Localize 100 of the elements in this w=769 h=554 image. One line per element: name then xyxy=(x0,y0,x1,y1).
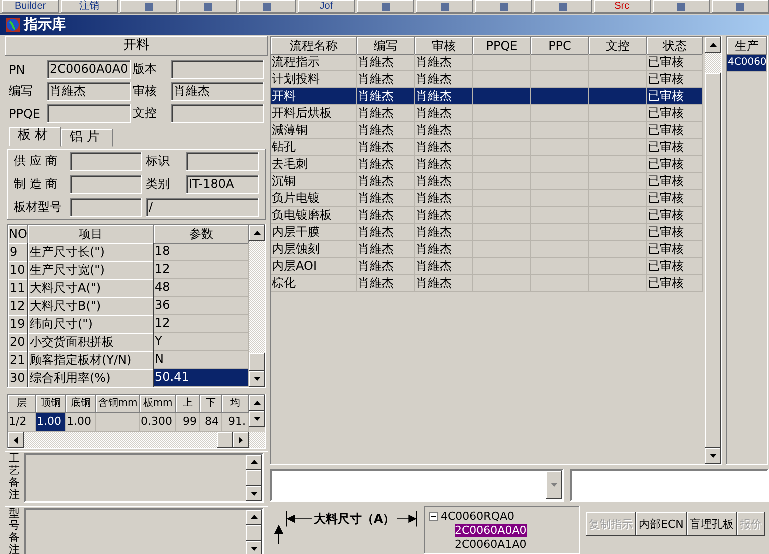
scroll-up-button[interactable] xyxy=(249,225,265,241)
table-cell[interactable]: 肖維杰 xyxy=(415,88,473,105)
table-cell[interactable]: 肖維杰 xyxy=(415,54,473,71)
text-field[interactable] xyxy=(70,198,142,217)
column-header[interactable]: 顶铜 xyxy=(36,395,66,413)
table-cell[interactable] xyxy=(531,207,589,224)
column-header[interactable]: PPC xyxy=(531,37,589,55)
table-cell[interactable]: 已审核 xyxy=(647,173,703,190)
toolbar-button[interactable] xyxy=(712,0,769,13)
table-cell[interactable]: 肖維杰 xyxy=(415,139,473,156)
text-field[interactable] xyxy=(70,152,142,171)
column-header[interactable]: 含铜mm xyxy=(96,395,140,413)
text-field[interactable]: 2C0060A0A0 xyxy=(47,60,131,79)
table-cell[interactable]: 4C0060 xyxy=(727,55,767,72)
text-field[interactable] xyxy=(570,468,769,502)
column-header[interactable]: 层 xyxy=(8,395,36,413)
table-cell[interactable] xyxy=(531,88,589,105)
table-cell[interactable] xyxy=(589,156,647,173)
column-header[interactable]: 底铜 xyxy=(66,395,96,413)
toolbar-button[interactable] xyxy=(179,0,237,13)
dropdown-button[interactable] xyxy=(546,470,562,499)
table-cell[interactable]: 已审核 xyxy=(647,139,703,156)
table-cell[interactable] xyxy=(589,224,647,241)
toolbar-button[interactable] xyxy=(416,0,474,13)
table-cell[interactable] xyxy=(473,122,531,139)
table-cell[interactable]: 已审核 xyxy=(647,190,703,207)
toolbar-button[interactable]: Src xyxy=(594,0,651,13)
column-header[interactable]: 参数 xyxy=(154,225,249,244)
table-cell[interactable] xyxy=(473,173,531,190)
table-cell[interactable] xyxy=(531,156,589,173)
text-field[interactable]: IT-180A xyxy=(186,175,259,194)
column-header[interactable]: 流程名称 xyxy=(271,37,357,55)
tree-item[interactable]: 2C0060A1A0 xyxy=(455,538,527,550)
scroll-up-button[interactable] xyxy=(246,510,262,525)
table-cell[interactable] xyxy=(589,275,647,292)
table-cell[interactable]: 1.00 xyxy=(36,413,66,432)
scroll-down-button[interactable] xyxy=(249,411,265,427)
scroll-down-button[interactable] xyxy=(249,371,265,387)
column-header[interactable]: 审核 xyxy=(415,37,473,55)
toolbar-button[interactable] xyxy=(120,0,178,13)
table-cell[interactable]: 内层蚀刻 xyxy=(271,241,357,258)
table-cell[interactable]: 已审核 xyxy=(647,122,703,139)
column-header[interactable]: 编写 xyxy=(357,37,415,55)
table-cell[interactable] xyxy=(531,190,589,207)
scrollbar[interactable] xyxy=(246,510,262,554)
table-cell[interactable]: 50.41 xyxy=(154,369,249,387)
dropdown[interactable] xyxy=(270,468,564,502)
table-cell[interactable]: 内层AOI xyxy=(271,258,357,275)
scroll-down-button[interactable] xyxy=(246,541,262,554)
table-cell[interactable]: 肖維杰 xyxy=(357,275,415,292)
table-cell[interactable] xyxy=(589,139,647,156)
table-cell[interactable] xyxy=(531,173,589,190)
table-cell[interactable] xyxy=(589,105,647,122)
scroll-up-button[interactable] xyxy=(705,37,721,53)
table-cell[interactable] xyxy=(473,156,531,173)
table-cell[interactable] xyxy=(531,105,589,122)
table-cell[interactable]: 流程指示 xyxy=(271,54,357,71)
table-cell[interactable]: 肖維杰 xyxy=(415,173,473,190)
table-cell[interactable]: 已审核 xyxy=(647,258,703,275)
text-field[interactable]: 肖維杰 xyxy=(171,82,264,101)
table-cell[interactable] xyxy=(473,258,531,275)
table-cell[interactable] xyxy=(531,122,589,139)
table-cell[interactable]: 已审核 xyxy=(647,224,703,241)
table-cell[interactable] xyxy=(531,275,589,292)
table-cell[interactable] xyxy=(473,241,531,258)
table-cell[interactable]: 肖維杰 xyxy=(357,139,415,156)
tree-item[interactable]: 2C0060A0A0 xyxy=(455,524,527,536)
table-cell[interactable]: 肖維杰 xyxy=(415,275,473,292)
column-header[interactable]: 均 xyxy=(222,395,249,413)
scroll-thumb[interactable] xyxy=(246,470,262,486)
table-cell[interactable] xyxy=(589,173,647,190)
table-cell[interactable] xyxy=(531,258,589,275)
text-field[interactable] xyxy=(186,152,259,171)
table-cell[interactable]: 内层干膜 xyxy=(271,224,357,241)
table-cell[interactable]: 肖維杰 xyxy=(415,122,473,139)
table-cell[interactable] xyxy=(531,54,589,71)
table-cell[interactable]: 负片电镀 xyxy=(271,190,357,207)
column-header[interactable]: 状态 xyxy=(647,37,703,55)
text-field[interactable] xyxy=(47,104,131,123)
table-cell[interactable]: 已审核 xyxy=(647,241,703,258)
table-cell[interactable]: 已审核 xyxy=(647,105,703,122)
table-cell[interactable]: 已审核 xyxy=(647,54,703,71)
table-cell[interactable] xyxy=(531,241,589,258)
scroll-thumb[interactable] xyxy=(246,524,262,542)
text-field[interactable]: 肖維杰 xyxy=(47,82,131,101)
table-cell[interactable]: 开料后烘板 xyxy=(271,105,357,122)
table-cell[interactable]: 开料 xyxy=(271,88,357,105)
toolbar-button[interactable]: 注销 xyxy=(61,0,118,13)
table-cell[interactable] xyxy=(531,224,589,241)
collapse-icon[interactable] xyxy=(429,512,438,520)
toolbar-button[interactable] xyxy=(475,0,532,13)
column-header[interactable]: 项目 xyxy=(28,225,154,244)
column-header[interactable]: 生产 xyxy=(727,37,767,55)
table-cell[interactable] xyxy=(531,139,589,156)
tree-item[interactable]: 4C0060RQA0 xyxy=(441,510,514,522)
scrollbar[interactable] xyxy=(249,225,265,387)
text-field[interactable] xyxy=(70,175,142,194)
table-cell[interactable]: 负电镀磨板 xyxy=(271,207,357,224)
table-cell[interactable]: 肖維杰 xyxy=(357,105,415,122)
action-button[interactable]: 盲埋孔板 xyxy=(686,512,737,536)
